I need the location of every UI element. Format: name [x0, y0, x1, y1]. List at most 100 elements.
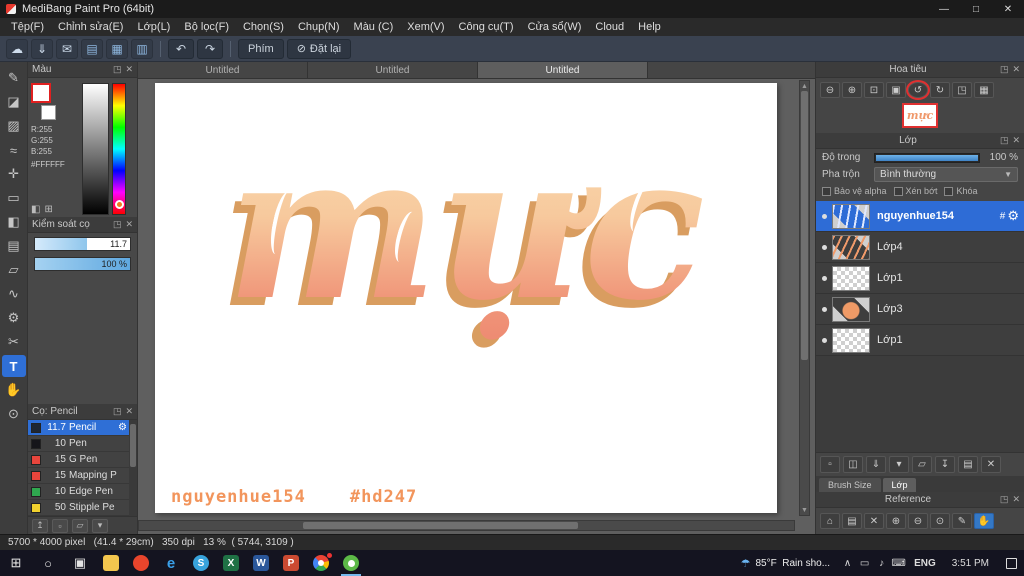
layer-visibility-dot[interactable]: [821, 306, 827, 312]
popout-icon[interactable]: ◳: [1000, 135, 1009, 146]
layout-left-icon[interactable]: ▤: [81, 38, 103, 59]
task-view-button[interactable]: ▣: [64, 550, 96, 576]
vertical-scroll-thumb[interactable]: [801, 91, 808, 361]
menu-layer[interactable]: Lớp(L): [130, 21, 177, 33]
cloud-icon[interactable]: ☁: [6, 38, 28, 59]
layer-row-lop1b[interactable]: Lớp1: [816, 325, 1024, 356]
palette-icon[interactable]: ◧: [31, 204, 40, 215]
close-icon[interactable]: ✕: [1012, 135, 1020, 146]
document-tab-1[interactable]: Untitled: [138, 62, 308, 78]
eraser-tool[interactable]: ◪: [2, 91, 26, 113]
foreground-color-swatch[interactable]: [31, 83, 51, 103]
taskbar-file-explorer[interactable]: [96, 550, 126, 576]
popout-icon[interactable]: ◳: [113, 219, 122, 230]
navigator-thumbnail[interactable]: mực: [902, 103, 938, 128]
zoom-out-icon[interactable]: ⊖: [820, 82, 840, 98]
grid-icon[interactable]: ▦: [974, 82, 994, 98]
redo-button[interactable]: ↷: [197, 38, 223, 59]
menu-snap[interactable]: Chụp(N): [291, 21, 347, 33]
reset-button[interactable]: ⊘ Đặt lại: [286, 38, 352, 59]
vertical-scrollbar[interactable]: ▲ ▼: [799, 80, 810, 516]
divide-tool[interactable]: ✂: [2, 331, 26, 353]
popout-icon[interactable]: ◳: [1000, 494, 1009, 505]
menu-view[interactable]: Xem(V): [400, 21, 451, 33]
document-tab-2[interactable]: Untitled: [308, 62, 478, 78]
clock[interactable]: 3:51 PM: [943, 558, 998, 569]
menu-file[interactable]: Tệp(F): [4, 21, 51, 33]
close-icon[interactable]: ✕: [125, 406, 133, 417]
weather-widget[interactable]: ☂ 85°F Rain sho...: [732, 557, 839, 570]
ref-zoom-out-icon[interactable]: ⊖: [908, 513, 928, 529]
volume-icon[interactable]: ♪: [873, 558, 890, 569]
brush-item-pencil[interactable]: 11.7 Pencil ⚙: [28, 420, 129, 436]
layout-right-icon[interactable]: ▥: [131, 38, 153, 59]
menu-cloud[interactable]: Cloud: [588, 21, 631, 33]
taskbar-excel[interactable]: X: [216, 550, 246, 576]
ref-zoom-in-icon[interactable]: ⊕: [886, 513, 906, 529]
menu-window[interactable]: Cửa sổ(W): [521, 21, 589, 33]
scroll-up-arrow[interactable]: ▲: [800, 81, 809, 91]
brush-settings-gear-icon[interactable]: ⚙: [118, 422, 127, 433]
move-up-icon[interactable]: ↥: [32, 518, 48, 533]
menu-color[interactable]: Màu (C): [347, 21, 401, 33]
layer-visibility-dot[interactable]: [821, 244, 827, 250]
eyedropper-tool[interactable]: ⊙: [2, 403, 26, 425]
hand-tool[interactable]: ✋: [2, 379, 26, 401]
popout-icon[interactable]: ◳: [1000, 64, 1009, 75]
open-folder-icon[interactable]: ▤: [842, 513, 862, 529]
zoom-actual-icon[interactable]: ▣: [886, 82, 906, 98]
marquee-tool[interactable]: ▱: [2, 259, 26, 281]
layout-grid-icon[interactable]: ▦: [106, 38, 128, 59]
popout-icon[interactable]: ◳: [113, 406, 122, 417]
layer-visibility-dot[interactable]: [821, 337, 827, 343]
blend-mode-dropdown[interactable]: Bình thường ▼: [874, 167, 1018, 182]
menu-select[interactable]: Chọn(S): [236, 21, 291, 33]
display-icon[interactable]: ▭: [856, 558, 873, 569]
keys-button[interactable]: Phím: [238, 38, 284, 59]
clear-layer-icon[interactable]: ▤: [958, 456, 978, 473]
saturation-value-picker[interactable]: [82, 83, 109, 215]
popout-icon[interactable]: ◳: [113, 64, 122, 75]
new-folder-icon[interactable]: ▾: [889, 456, 909, 473]
brush-folder-icon[interactable]: ▱: [72, 518, 88, 533]
ref-hand-icon[interactable]: ✋: [974, 513, 994, 529]
zoom-in-icon[interactable]: ⊕: [842, 82, 862, 98]
move-tool[interactable]: ✛: [2, 163, 26, 185]
brush-item-mapping[interactable]: 15 Mapping P: [28, 468, 129, 484]
layer-row-lop1a[interactable]: Lớp1: [816, 263, 1024, 294]
bucket-tool[interactable]: ◧: [2, 211, 26, 233]
rotate-reset-icon[interactable]: ↺: [908, 82, 928, 98]
show-hidden-icons[interactable]: ∧: [839, 558, 856, 569]
menu-tools[interactable]: Công cụ(T): [452, 21, 521, 33]
maximize-button[interactable]: □: [960, 0, 992, 18]
taskbar-word[interactable]: W: [246, 550, 276, 576]
brush-item-pen[interactable]: 10 Pen: [28, 436, 129, 452]
layer-row-lop3[interactable]: Lớp3: [816, 294, 1024, 325]
brush-item-stipple[interactable]: 50 Stipple Pe: [28, 500, 129, 516]
search-button[interactable]: ○: [32, 550, 64, 576]
start-button[interactable]: ⊞: [0, 550, 32, 576]
layer-row-nguyenhue154[interactable]: nguyenhue154 # ⚙: [816, 201, 1024, 232]
keyboard-icon[interactable]: ⌨: [890, 558, 907, 569]
rotate-icon[interactable]: ↻: [930, 82, 950, 98]
tab-brush-size[interactable]: Brush Size: [819, 478, 881, 492]
minimize-button[interactable]: —: [928, 0, 960, 18]
brush-item-gpen[interactable]: 15 G Pen: [28, 452, 129, 468]
horizontal-scroll-thumb[interactable]: [302, 522, 578, 529]
duplicate-layer-icon[interactable]: ◫: [843, 456, 863, 473]
background-color-swatch[interactable]: [41, 105, 56, 120]
opacity-slider[interactable]: [874, 152, 980, 163]
brush-list-scrollbar[interactable]: [129, 420, 137, 516]
scroll-down-arrow[interactable]: ▼: [800, 505, 809, 515]
hue-picker-handle[interactable]: [115, 200, 124, 209]
layer-row-lop4[interactable]: Lớp4: [816, 232, 1024, 263]
lock-checkbox[interactable]: Khóa: [944, 186, 978, 196]
operation-tool[interactable]: ⚙: [2, 307, 26, 329]
taskbar-chrome[interactable]: [306, 550, 336, 576]
clipping-checkbox[interactable]: Xén bớt: [893, 186, 937, 196]
brush-size-slider[interactable]: 11.7: [34, 237, 131, 251]
language-indicator[interactable]: ENG: [907, 558, 943, 569]
merge-down-icon[interactable]: ↧: [935, 456, 955, 473]
brush-tool[interactable]: ✎: [2, 67, 26, 89]
taskbar-skype[interactable]: S: [186, 550, 216, 576]
